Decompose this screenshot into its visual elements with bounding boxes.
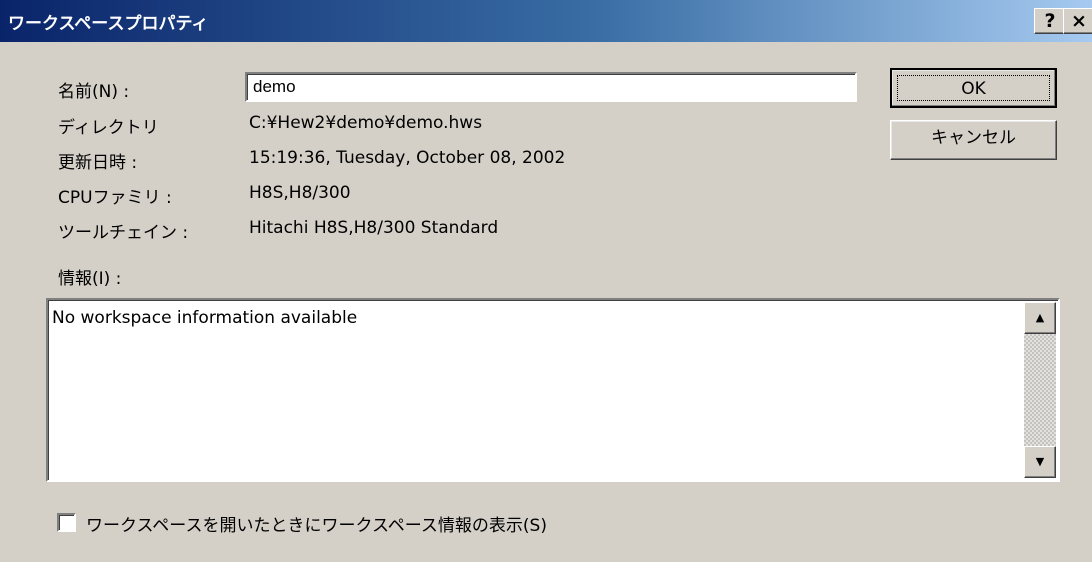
help-button[interactable]: ? [1034, 8, 1066, 34]
directory-value: C:¥Hew2¥demo¥demo.hws [249, 113, 483, 133]
toolchain-value: Hitachi H8S,H8/300 Standard [249, 218, 499, 238]
cpu-family-value: H8S,H8/300 [249, 183, 351, 203]
title-bar[interactable]: ワークスペースプロパティ ? × [0, 0, 1092, 42]
ok-button[interactable]: OK [890, 68, 1057, 108]
directory-label: ディレクトリ [58, 118, 159, 138]
info-label: 情報(I) : [58, 269, 122, 289]
name-label: 名前(N) : [58, 82, 130, 102]
modified-value: 15:19:36, Tuesday, October 08, 2002 [249, 148, 566, 168]
show-info-checkbox[interactable] [57, 513, 76, 532]
toolchain-label: ツールチェイン : [58, 223, 189, 243]
window-title: ワークスペースプロパティ [8, 14, 209, 34]
cancel-button[interactable]: キャンセル [890, 120, 1057, 160]
close-button[interactable]: × [1063, 8, 1092, 34]
cpu-family-label: CPUファミリ : [58, 188, 172, 208]
scroll-up-icon[interactable]: ▲ [1024, 302, 1056, 334]
name-input[interactable] [245, 72, 857, 102]
modified-label: 更新日時 : [58, 153, 138, 173]
scroll-down-icon[interactable]: ▼ [1024, 446, 1056, 478]
show-info-checkbox-label[interactable]: ワークスペースを開いたときにワークスペース情報の表示(S) [86, 511, 547, 536]
info-textarea[interactable]: No workspace information available ▲ ▼ [46, 298, 1060, 482]
ok-button-label: OK [897, 75, 1050, 101]
vertical-scrollbar[interactable]: ▲ ▼ [1024, 302, 1056, 478]
info-text: No workspace information available [52, 308, 358, 328]
